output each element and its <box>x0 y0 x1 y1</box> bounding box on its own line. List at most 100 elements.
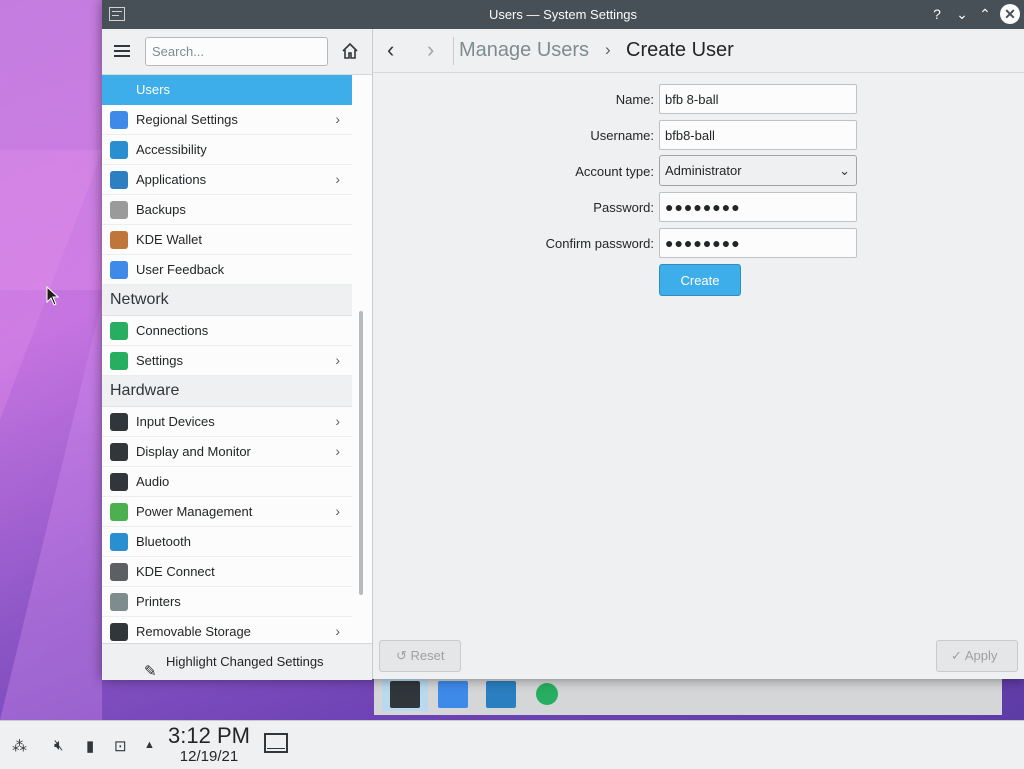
sidebar-item[interactable]: Display and Monitor › <box>102 437 352 467</box>
sidebar-item[interactable]: Audio <box>102 467 352 497</box>
sidebar-item[interactable]: Backups <box>102 195 352 225</box>
system-tray-expand-icon[interactable]: ▲ <box>144 739 155 751</box>
sidebar-item[interactable]: Connections <box>102 316 352 346</box>
pencil-icon: ✎ <box>144 663 157 680</box>
sidebar-item-label: KDE Wallet <box>136 232 202 247</box>
account-type-value: Administrator <box>665 163 742 178</box>
sidebar-item[interactable]: KDE Wallet <box>102 225 352 255</box>
sidebar-item[interactable]: Accessibility <box>102 135 352 165</box>
browser-task-icon[interactable] <box>438 681 468 708</box>
username-field[interactable] <box>659 120 857 150</box>
reset-button[interactable]: ↺ Reset <box>379 640 461 672</box>
highlight-changed-settings-button[interactable]: ✎ Highlight Changed Settings <box>102 643 372 680</box>
breadcrumb-bar: ‹ › Manage Users › Create User <box>373 29 1024 73</box>
connections-icon <box>110 322 128 340</box>
sidebar-item[interactable]: KDE Connect <box>102 557 352 587</box>
bottom-panel: ⁂ 🔇︎ ▮ ⊡ ▲ 3:12 PM 12/19/21 <box>0 720 1024 769</box>
category-hardware: Hardware <box>102 376 352 407</box>
network-settings-icon <box>110 352 128 370</box>
sidebar-item-label: Power Management <box>136 504 253 519</box>
account-type-select[interactable]: Administrator ⌄ <box>659 155 857 186</box>
confirm-password-field[interactable] <box>659 228 857 258</box>
name-label: Name: <box>615 92 654 107</box>
sidebar-item-label: Printers <box>136 594 181 609</box>
sidebar-scrollbar[interactable] <box>359 311 363 595</box>
sidebar-item-label: Accessibility <box>136 142 207 157</box>
device-notifier-icon[interactable]: ▮ <box>86 737 94 755</box>
kde-wallet-icon <box>110 231 128 249</box>
power-management-icon <box>110 503 128 521</box>
file-manager-task-icon[interactable] <box>486 681 516 708</box>
password-label: Password: <box>593 200 654 215</box>
sidebar-item[interactable]: Power Management › <box>102 497 352 527</box>
chevron-right-icon: › <box>335 171 340 187</box>
wallpaper-shard <box>0 150 102 290</box>
forward-button[interactable]: › <box>427 37 434 63</box>
printers-icon <box>110 593 128 611</box>
accessibility-icon <box>110 141 128 159</box>
sidebar-item[interactable]: Bluetooth <box>102 527 352 557</box>
hamburger-menu-icon[interactable] <box>114 45 130 57</box>
sidebar-item-label: Input Devices <box>136 414 215 429</box>
discover-task-icon[interactable] <box>536 683 558 705</box>
sidebar-item-label: Connections <box>136 323 209 338</box>
sidebar-item[interactable]: Settings › <box>102 346 352 376</box>
chevron-down-icon: ⌄ <box>839 163 850 178</box>
maximize-button[interactable]: ⌃ <box>976 5 994 23</box>
sidebar-item-label: KDE Connect <box>136 564 215 579</box>
window-title: Users — System Settings <box>488 7 638 22</box>
sidebar-list: Users Regional Settings › Accessibility Appl… <box>102 75 352 647</box>
name-field[interactable] <box>659 84 857 114</box>
application-launcher-icon[interactable]: ⁂ <box>12 737 27 755</box>
password-field[interactable] <box>659 192 857 222</box>
back-button[interactable]: ‹ <box>387 37 394 63</box>
sidebar-item[interactable]: Regional Settings › <box>102 105 352 135</box>
username-label: Username: <box>590 128 654 143</box>
user-feedback-icon <box>110 261 128 279</box>
show-desktop-icon[interactable] <box>264 733 288 753</box>
wallpaper-shard <box>0 300 102 720</box>
chevron-right-icon: › <box>335 443 340 459</box>
close-button[interactable]: ✕ <box>1000 4 1020 24</box>
titlebar[interactable]: Users — System Settings ? ⌄ ⌃ ✕ <box>102 0 1024 29</box>
sidebar-item-label: Display and Monitor <box>136 444 251 459</box>
sidebar-item-label: Bluetooth <box>136 534 191 549</box>
regional-settings-icon <box>110 111 128 129</box>
display-monitor-icon <box>110 443 128 461</box>
sidebar-item[interactable]: Applications › <box>102 165 352 195</box>
breadcrumb-manage-users[interactable]: Manage Users <box>459 39 589 62</box>
search-input[interactable] <box>145 37 328 66</box>
sidebar-item-label: User Feedback <box>136 262 225 277</box>
volume-muted-icon[interactable]: 🔇︎ <box>54 737 63 754</box>
sidebar-item[interactable]: Printers <box>102 587 352 617</box>
create-button[interactable]: Create <box>659 264 741 296</box>
sidebar-item-label: Applications <box>136 172 207 187</box>
confirm-password-label: Confirm password: <box>545 236 654 251</box>
chevron-right-icon: › <box>335 352 340 368</box>
divider <box>453 37 454 65</box>
network-icon[interactable]: ⊡ <box>114 737 127 755</box>
main-content: ‹ › Manage Users › Create User Name: Use… <box>373 29 1024 679</box>
sidebar-item[interactable]: Input Devices › <box>102 407 352 437</box>
chevron-right-icon: › <box>335 111 340 127</box>
checkmark-icon: ✓ <box>951 648 962 663</box>
chevron-right-icon: › <box>335 623 340 639</box>
clock-time: 3:12 PM <box>168 723 250 748</box>
apply-button[interactable]: ✓ Apply <box>936 640 1018 672</box>
task-manager-strip <box>374 679 1002 715</box>
sidebar-item[interactable]: Users <box>102 75 352 105</box>
sidebar-item[interactable]: User Feedback <box>102 255 352 285</box>
users-icon <box>110 81 128 99</box>
chevron-right-icon: › <box>335 503 340 519</box>
page-title: Create User <box>626 39 734 61</box>
input-devices-icon <box>110 413 128 431</box>
reset-label: Reset <box>410 648 445 663</box>
category-network: Network <box>102 285 352 316</box>
minimize-button[interactable]: ⌄ <box>953 5 971 23</box>
help-button[interactable]: ? <box>928 5 946 23</box>
digital-clock[interactable]: 3:12 PM 12/19/21 <box>168 723 250 765</box>
home-icon[interactable] <box>341 42 359 60</box>
apply-label: Apply <box>964 648 998 663</box>
sidebar-item-label: Audio <box>136 474 170 489</box>
system-settings-task-icon[interactable] <box>390 681 420 708</box>
